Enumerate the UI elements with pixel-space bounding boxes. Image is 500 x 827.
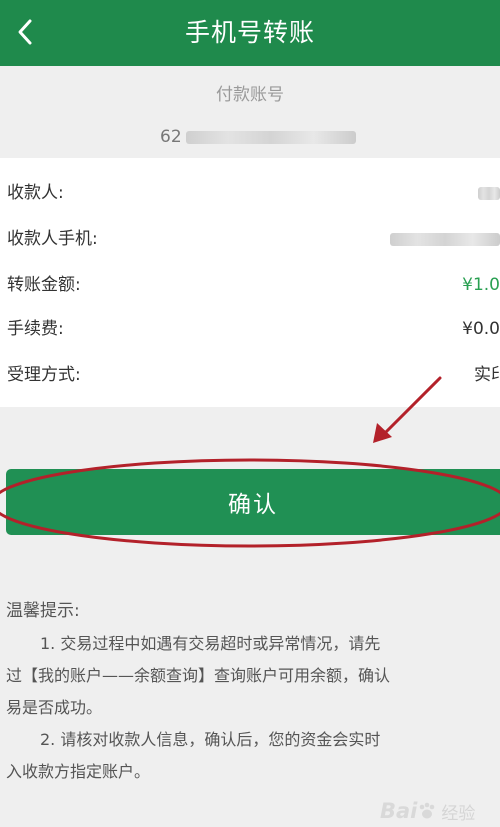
header-bar: 手机号转账 (0, 0, 500, 66)
payer-account-number: 62 (160, 124, 360, 150)
tips-title: 温馨提示: (6, 601, 80, 621)
watermark-logo: Bai (380, 799, 418, 823)
fee-label: 手续费: (7, 319, 64, 339)
tip-line-1: 1. 交易过程中如遇有交易超时或异常情况，请先 (40, 634, 381, 653)
confirm-area: 确认 (0, 462, 500, 544)
payer-account-prefix: 62 (160, 127, 182, 147)
detail-row-fee: 手续费: ¥0.0 (0, 307, 500, 351)
tip-line-4: 2. 请核对收款人信息，确认后，您的资金会实时 (40, 730, 381, 749)
payee-phone-label: 收款人手机: (7, 229, 98, 249)
amount-label: 转账金额: (7, 275, 81, 295)
payee-label: 收款人: (7, 183, 64, 203)
detail-row-method: 受理方式: 实印 (0, 353, 500, 397)
tip-line-3: 易是否成功。 (6, 698, 103, 717)
page-title: 手机号转账 (184, 18, 315, 47)
baidu-watermark: Bai 经验 (380, 796, 500, 826)
detail-row-payee-phone: 收款人手机: (0, 217, 500, 261)
annotation-arrow-head (373, 423, 392, 443)
method-value: 实印 (474, 365, 500, 385)
confirm-button[interactable]: 确认 (6, 469, 500, 535)
payer-section: 付款账号 62 (0, 66, 500, 158)
watermark-suffix: 经验 (441, 803, 476, 824)
paw-icon (420, 802, 435, 819)
detail-row-payee: 收款人: (0, 171, 500, 215)
masked-payee-name (478, 187, 500, 200)
tip-line-5: 入收款方指定账户。 (6, 762, 151, 781)
tip-line-2: 过【我的账户——余额查询】查询账户可用余额，确认 (6, 666, 391, 685)
masked-payee-phone (390, 233, 500, 246)
masked-account-digits (185, 130, 356, 144)
method-label: 受理方式: (7, 365, 81, 385)
transfer-details: 收款人: 收款人手机: 转账金额: ¥1.0 手续费: ¥0.0 受理方式: 实… (0, 158, 500, 407)
payer-account-label: 付款账号 (216, 85, 284, 105)
fee-value: ¥0.0 (462, 319, 500, 339)
amount-value: ¥1.0 (462, 275, 500, 295)
detail-row-amount: 转账金额: ¥1.0 (0, 263, 500, 307)
